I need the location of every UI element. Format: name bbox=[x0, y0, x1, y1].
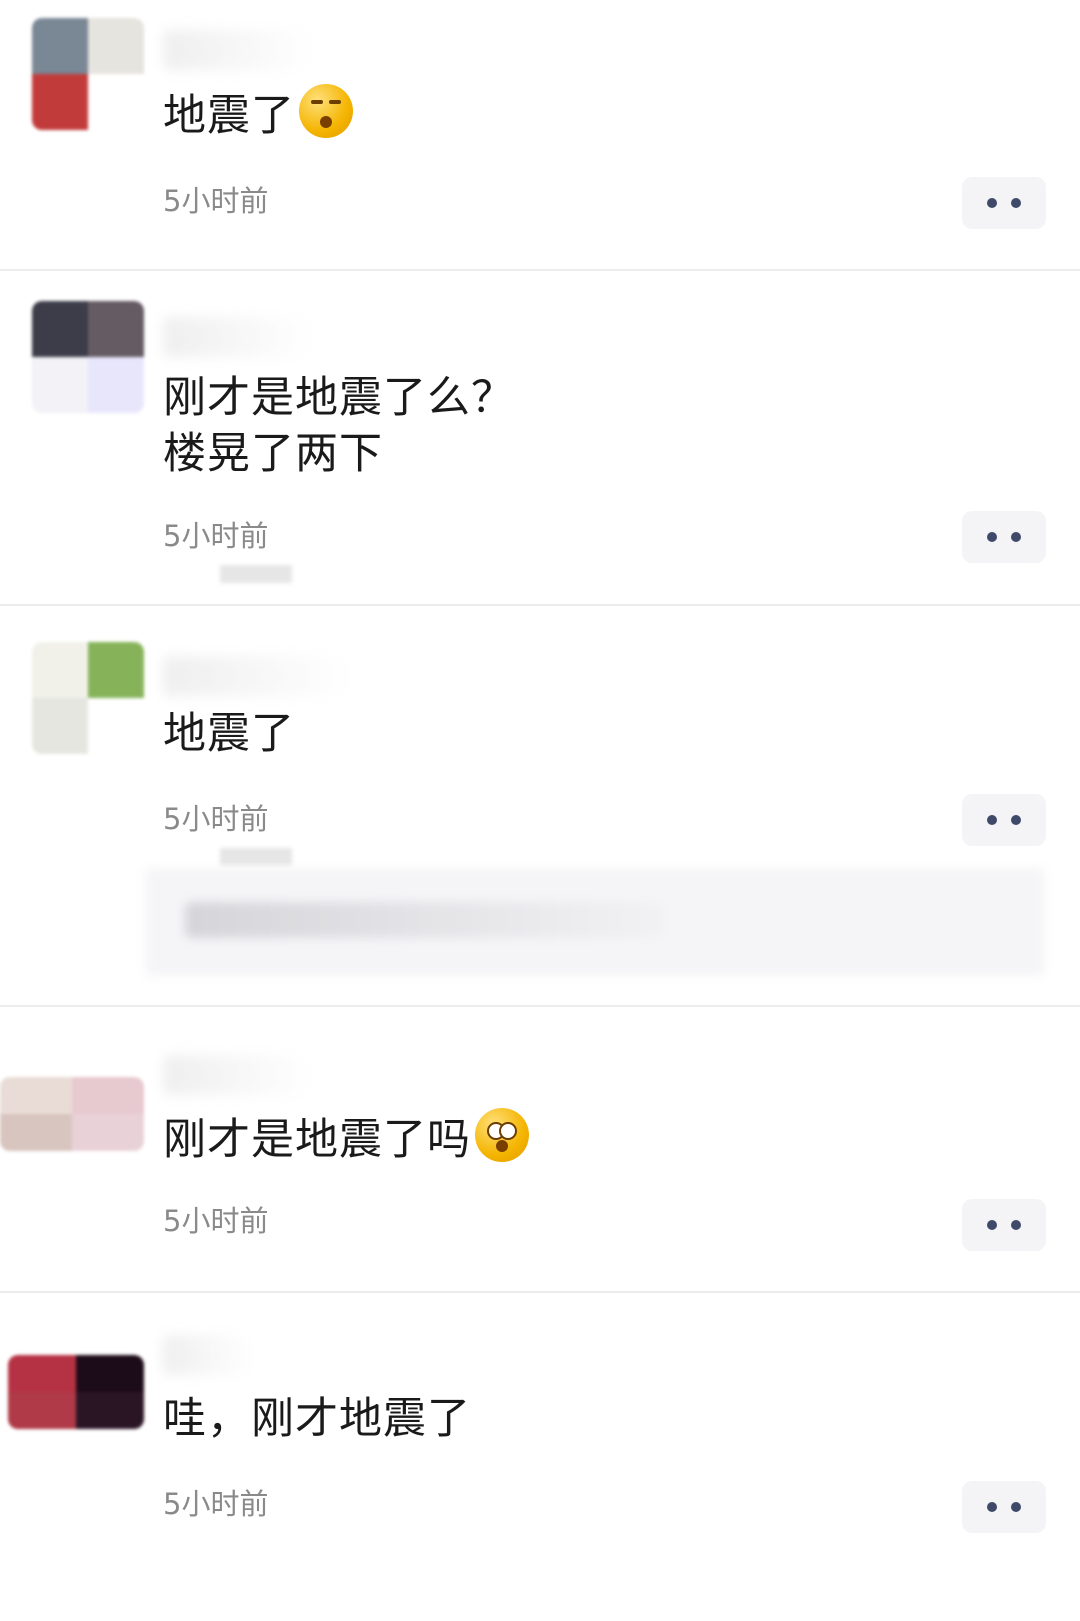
username-blurred[interactable] bbox=[163, 317, 313, 357]
avatar-tile bbox=[88, 642, 144, 698]
avatar-tile bbox=[8, 1355, 76, 1392]
avatar-tile bbox=[76, 1355, 144, 1392]
comment-text-content: 刚才是地震了吗 bbox=[163, 1115, 471, 1165]
avatar-tile bbox=[88, 18, 144, 74]
more-options-button[interactable] bbox=[962, 177, 1046, 229]
comment-item: 刚才是地震了吗 5小时前 bbox=[0, 1007, 1080, 1292]
avatar-tile bbox=[32, 301, 88, 357]
avatar-tile bbox=[72, 1077, 144, 1114]
more-dots-icon bbox=[987, 198, 997, 208]
avatar-tile bbox=[88, 698, 144, 754]
comment-text: 地震了 bbox=[163, 709, 295, 759]
timestamp: 5小时前 bbox=[163, 1204, 269, 1238]
avatar-tile bbox=[32, 642, 88, 698]
avatar-tile bbox=[76, 1392, 144, 1429]
more-dots-icon bbox=[987, 1502, 997, 1512]
comment-feed: 地震了 5小时前 刚才是地震了么？ 楼晃了两下 5小时前 地震了 5小时前 刚才… bbox=[0, 0, 1080, 1621]
more-options-button[interactable] bbox=[962, 1199, 1046, 1251]
avatar[interactable] bbox=[8, 1355, 144, 1429]
avatar-tile bbox=[72, 1114, 144, 1151]
timestamp: 5小时前 bbox=[163, 519, 269, 553]
avatar-tile bbox=[8, 1392, 76, 1429]
comment-text: 地震了 bbox=[163, 84, 353, 144]
reply-preview-blurred[interactable] bbox=[145, 868, 1045, 976]
timestamp: 5小时前 bbox=[163, 184, 269, 218]
more-dots-icon bbox=[1011, 1502, 1021, 1512]
redacted-mark bbox=[220, 565, 292, 583]
avatar[interactable] bbox=[0, 1077, 144, 1151]
comment-text: 刚才是地震了么？ 楼晃了两下 bbox=[163, 373, 515, 479]
avatar-tile bbox=[88, 357, 144, 413]
more-dots-icon bbox=[987, 815, 997, 825]
more-options-button[interactable] bbox=[962, 794, 1046, 846]
more-options-button[interactable] bbox=[962, 511, 1046, 563]
comment-item: 哇，刚才地震了 5小时前 bbox=[0, 1293, 1080, 1621]
username-blurred[interactable] bbox=[163, 30, 313, 70]
username-blurred[interactable] bbox=[163, 656, 353, 696]
avatar-tile bbox=[88, 74, 144, 130]
avatar[interactable] bbox=[32, 301, 144, 413]
astonished-face-icon bbox=[475, 1108, 529, 1162]
username-blurred[interactable] bbox=[163, 1055, 313, 1095]
timestamp: 5小时前 bbox=[163, 802, 269, 836]
blurred-reply-text bbox=[185, 902, 665, 938]
avatar-tile bbox=[0, 1077, 72, 1114]
timestamp: 5小时前 bbox=[163, 1487, 269, 1521]
avatar-tile bbox=[32, 74, 88, 130]
comment-item: 刚才是地震了么？ 楼晃了两下 5小时前 bbox=[0, 271, 1080, 605]
comment-item: 地震了 5小时前 bbox=[0, 0, 1080, 270]
avatar-tile bbox=[88, 301, 144, 357]
avatar-tile bbox=[32, 698, 88, 754]
comment-item: 地震了 5小时前 bbox=[0, 606, 1080, 1006]
more-dots-icon bbox=[1011, 1220, 1021, 1230]
more-dots-icon bbox=[1011, 532, 1021, 542]
more-dots-icon bbox=[1011, 815, 1021, 825]
avatar-tile bbox=[32, 18, 88, 74]
username-blurred[interactable] bbox=[163, 1335, 253, 1375]
sleepy-face-icon bbox=[299, 84, 353, 138]
redacted-mark bbox=[220, 848, 292, 866]
more-dots-icon bbox=[987, 1220, 997, 1230]
more-options-button[interactable] bbox=[962, 1481, 1046, 1533]
avatar[interactable] bbox=[32, 18, 144, 130]
more-dots-icon bbox=[987, 532, 997, 542]
avatar-tile bbox=[0, 1114, 72, 1151]
avatar-tile bbox=[32, 357, 88, 413]
avatar[interactable] bbox=[32, 642, 144, 754]
comment-text-content: 地震了 bbox=[163, 91, 295, 141]
more-dots-icon bbox=[1011, 198, 1021, 208]
comment-text: 刚才是地震了吗 bbox=[163, 1108, 529, 1168]
comment-text: 哇，刚才地震了 bbox=[163, 1394, 471, 1444]
